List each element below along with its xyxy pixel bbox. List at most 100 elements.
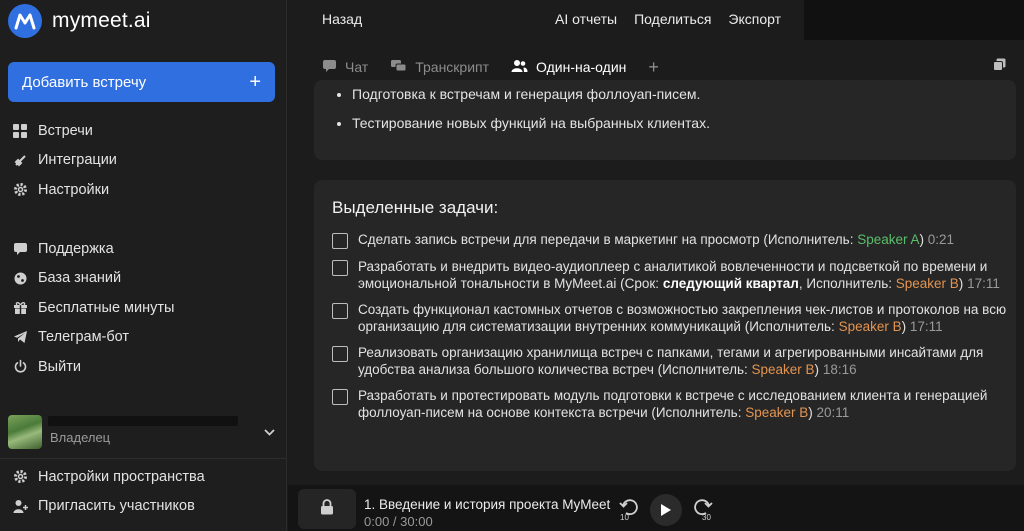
chat-bubble-icon xyxy=(322,59,337,76)
task-item: Сделать запись встречи для передачи в ма… xyxy=(332,232,1008,249)
nav-item-label: Телеграм-бот xyxy=(38,329,130,346)
nav-item-telegram-bot[interactable]: Телеграм-бот xyxy=(12,323,277,353)
task-text: Реализовать организацию хранилища встреч… xyxy=(358,345,984,377)
power-icon xyxy=(12,359,28,375)
nav-item-knowledge-base[interactable]: База знаний xyxy=(12,264,277,294)
copy-icon[interactable] xyxy=(993,58,1006,76)
tab-label: Чат xyxy=(345,59,369,75)
workspace-switcher[interactable]: Владелец xyxy=(8,412,283,452)
task-checkbox[interactable] xyxy=(332,346,348,362)
speaker-link[interactable]: Speaker B xyxy=(839,319,902,334)
task-item: Разработать и внедрить видео-аудиоплеер … xyxy=(332,259,1008,292)
back-button[interactable]: Назад xyxy=(322,11,362,27)
ai-reports-button[interactable]: AI отчеты xyxy=(555,11,617,27)
chevron-down-icon xyxy=(264,425,275,439)
speaker-link[interactable]: Speaker B xyxy=(752,362,815,377)
nav-item-free-minutes[interactable]: Бесплатные минуты xyxy=(12,293,277,323)
export-button[interactable]: Экспорт xyxy=(728,11,781,27)
timestamp[interactable]: 17:11 xyxy=(910,319,943,334)
tab-label: Транскрипт xyxy=(415,59,490,75)
nav-item-invite-members[interactable]: Пригласить участников xyxy=(12,492,277,522)
nav-item-label: Настройки пространства xyxy=(38,468,205,485)
speaker-link[interactable]: Speaker B xyxy=(745,405,808,420)
lock-icon xyxy=(320,498,334,520)
task-text: Разработать и протестировать модуль подг… xyxy=(358,388,988,420)
task-item: Создать функционал кастомных отчетов с в… xyxy=(332,302,1008,335)
track-time: 0:00 / 30:00 xyxy=(364,514,433,529)
add-meeting-label: Добавить встречу xyxy=(22,73,147,91)
nav-item-support[interactable]: Поддержка xyxy=(12,234,277,264)
user-plus-icon xyxy=(12,498,28,514)
tab-label: Один-на-один xyxy=(536,59,627,75)
tab-chat[interactable]: Чат xyxy=(322,52,368,82)
app-root: mymeet.ai Добавить встречу + Встречи Инт… xyxy=(0,0,1024,531)
rewind-10-button[interactable]: 10 xyxy=(618,497,640,526)
forward-30-button[interactable]: 30 xyxy=(692,497,714,526)
users-icon xyxy=(511,59,528,76)
help-nav: Поддержка База знаний Бесплатные минуты … xyxy=(12,234,277,382)
task-list: Сделать запись встречи для передачи в ма… xyxy=(332,232,1008,431)
main-nav: Встречи Интеграции Настройки xyxy=(12,116,277,205)
add-meeting-button[interactable]: Добавить встречу + xyxy=(8,62,275,102)
summary-list: Подготовка к встречам и генерация фоллоу… xyxy=(352,84,710,142)
workspace-avatar xyxy=(8,415,42,449)
workspace-name-redacted xyxy=(48,416,238,426)
nav-item-integrations[interactable]: Интеграции xyxy=(12,146,277,176)
nav-item-label: Бесплатные минуты xyxy=(38,299,175,316)
main-content: Назад AI отчеты Поделиться Экспорт Чат Т… xyxy=(288,0,1024,531)
grid-icon xyxy=(12,123,28,139)
tab-transcript[interactable]: Транскрипт xyxy=(390,52,489,82)
workspace-nav: Настройки пространства Пригласить участн… xyxy=(12,462,277,521)
list-item: Тестирование новых функций на выбранных … xyxy=(352,113,710,133)
timestamp[interactable]: 20:11 xyxy=(817,405,850,420)
nav-item-meetings[interactable]: Встречи xyxy=(12,116,277,146)
nav-item-logout[interactable]: Выйти xyxy=(12,352,277,382)
timestamp[interactable]: 17:11 xyxy=(967,276,1000,291)
redacted-area xyxy=(804,0,1024,40)
audio-player: 1. Введение и история проекта MyMeet 0:0… xyxy=(288,485,1024,531)
add-tab-button[interactable]: + xyxy=(648,57,659,78)
globe-icon xyxy=(12,270,28,286)
share-button[interactable]: Поделиться xyxy=(634,11,711,27)
task-checkbox[interactable] xyxy=(332,260,348,276)
view-tabs: Чат Транскрипт Один-на-один + xyxy=(322,52,659,87)
sidebar: mymeet.ai Добавить встречу + Встречи Инт… xyxy=(0,0,287,531)
task-text: Создать функционал кастомных отчетов с в… xyxy=(358,302,1007,334)
nav-item-label: Пригласить участников xyxy=(38,498,195,515)
timestamp[interactable]: 0:21 xyxy=(928,232,954,247)
rewind-label: 10 xyxy=(620,513,629,521)
chat-icon xyxy=(12,241,28,257)
tasks-title: Выделенные задачи: xyxy=(332,198,499,217)
task-checkbox[interactable] xyxy=(332,389,348,405)
tab-one-on-one[interactable]: Один-на-один xyxy=(503,52,635,87)
plus-icon: + xyxy=(249,71,261,93)
task-text: Разработать и внедрить видео-аудиоплеер … xyxy=(358,259,1000,291)
logo-mark-icon xyxy=(8,4,42,38)
task-checkbox[interactable] xyxy=(332,303,348,319)
speaker-link[interactable]: Speaker A xyxy=(857,232,919,247)
workspace-role: Владелец xyxy=(50,430,111,445)
app-name: mymeet.ai xyxy=(52,9,151,32)
nav-item-label: Поддержка xyxy=(38,240,114,257)
summary-card: Подготовка к встречам и генерация фоллоу… xyxy=(314,80,1016,160)
play-button[interactable] xyxy=(650,494,682,526)
nav-item-workspace-settings[interactable]: Настройки пространства xyxy=(12,462,277,492)
gift-icon xyxy=(12,300,28,316)
gear-icon xyxy=(12,469,28,485)
nav-item-label: Встречи xyxy=(38,122,93,139)
nav-item-settings[interactable]: Настройки xyxy=(12,175,277,205)
forward-label: 30 xyxy=(702,513,711,521)
nav-item-label: Настройки xyxy=(38,181,110,198)
sidebar-divider xyxy=(0,458,287,459)
speaker-link[interactable]: Speaker B xyxy=(896,276,959,291)
nav-item-label: Интеграции xyxy=(38,152,117,169)
logo[interactable]: mymeet.ai xyxy=(8,4,151,38)
track-title: 1. Введение и история проекта MyMeet xyxy=(364,497,611,512)
task-item: Реализовать организацию хранилища встреч… xyxy=(332,345,1008,378)
nav-item-label: Выйти xyxy=(38,358,81,375)
timestamp[interactable]: 18:16 xyxy=(823,362,857,377)
task-checkbox[interactable] xyxy=(332,233,348,249)
lock-button[interactable] xyxy=(298,489,356,529)
telegram-icon xyxy=(12,329,28,345)
tasks-card: Выделенные задачи: Сделать запись встреч… xyxy=(314,180,1016,471)
